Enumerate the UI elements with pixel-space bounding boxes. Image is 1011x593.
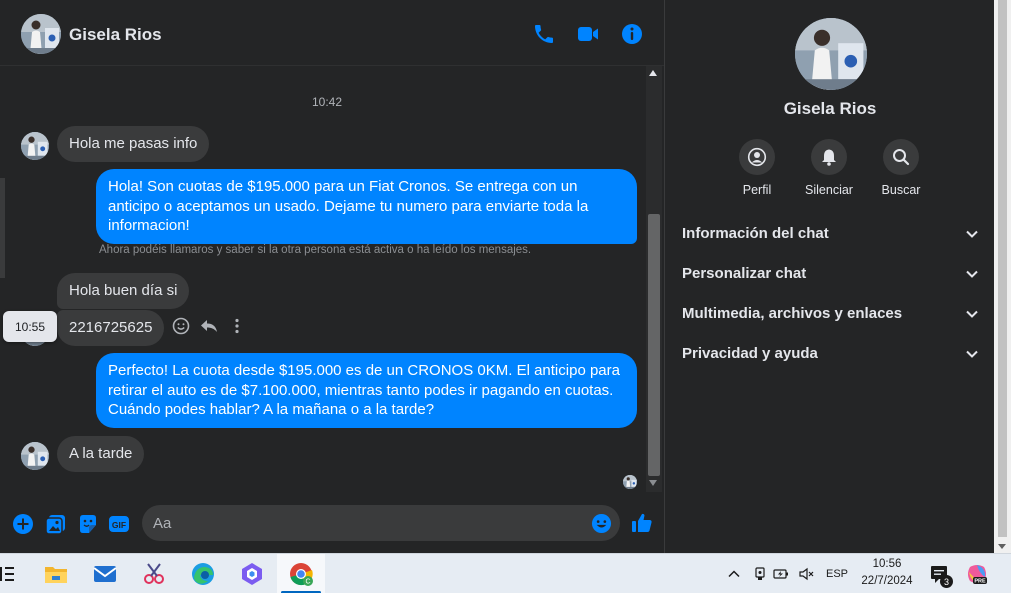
window-scroll-down-arrow[interactable] [998, 544, 1006, 549]
panel-avatar[interactable] [795, 18, 867, 90]
video-call-icon[interactable] [576, 22, 600, 46]
bell-icon [822, 149, 836, 166]
svg-text:C: C [305, 579, 310, 586]
svg-text:GIF: GIF [112, 520, 126, 530]
incoming-message[interactable]: Hola me pasas info [57, 126, 210, 162]
mail-icon[interactable] [92, 561, 118, 587]
clock-time[interactable]: 10:56 [864, 558, 910, 570]
message-composer: GIF [0, 497, 664, 553]
notification-badge: 3 [940, 575, 953, 588]
window-scrollbar[interactable] [994, 0, 1011, 553]
system-notice: Ahora podéis llamaros y saber si la otra… [99, 244, 532, 256]
mute-button[interactable]: Silenciar [793, 139, 865, 197]
section-chat-info[interactable]: Información del chat [682, 222, 980, 246]
scroll-thumb[interactable] [648, 214, 660, 476]
search-button[interactable]: Buscar [865, 139, 937, 197]
language-indicator[interactable]: ESP [826, 568, 848, 580]
plus-icon[interactable] [12, 513, 34, 535]
reply-icon[interactable] [199, 316, 219, 336]
message-input[interactable] [142, 505, 620, 541]
svg-text:PRE: PRE [974, 579, 986, 585]
photo-icon[interactable] [45, 513, 67, 535]
edge-browser-icon[interactable] [190, 561, 216, 587]
incoming-message[interactable]: Hola buen día si [57, 273, 190, 309]
chat-window: Gisela Rios 10:42 Hola me pasas info Hol… [0, 0, 664, 553]
network-icon[interactable] [752, 566, 768, 582]
gif-icon[interactable]: GIF [108, 513, 130, 535]
snipping-tool-icon[interactable] [141, 561, 167, 587]
chevron-down-icon [964, 346, 980, 362]
chrome-browser-icon[interactable]: C [288, 561, 314, 587]
profile-button[interactable]: Perfil [721, 139, 793, 197]
panel-contact-name: Gisela Rios [783, 99, 877, 118]
search-icon [893, 149, 910, 166]
section-customize-chat[interactable]: Personalizar chat [682, 262, 980, 286]
section-media-files-links[interactable]: Multimedia, archivos y enlaces [682, 302, 980, 326]
chat-scrollbar[interactable] [646, 66, 662, 492]
message-timestamp: 10:42 [312, 95, 343, 109]
contact-info-panel: Gisela Rios Perfil Silenciar Buscar Info… [664, 0, 994, 553]
incoming-message[interactable]: A la tarde [57, 436, 145, 472]
section-privacy-help[interactable]: Privacidad y ayuda [682, 342, 980, 366]
battery-icon[interactable] [773, 566, 789, 582]
profile-label: Perfil [742, 183, 772, 197]
task-view-icon[interactable] [0, 561, 20, 587]
chevron-down-icon [964, 226, 980, 242]
volume-muted-icon[interactable] [798, 566, 814, 582]
chevron-down-icon [964, 306, 980, 322]
info-icon[interactable] [620, 22, 644, 46]
left-edge-bar [0, 178, 5, 278]
copilot-pre-icon[interactable]: PRE [966, 563, 988, 585]
chevron-up-icon[interactable] [726, 566, 742, 582]
clock-date[interactable]: 22/7/2024 [856, 575, 918, 587]
sender-avatar[interactable] [21, 442, 49, 470]
copilot-icon[interactable] [239, 561, 265, 587]
like-icon[interactable] [630, 511, 654, 535]
scroll-up-arrow[interactable] [649, 70, 657, 76]
mute-label: Silenciar [805, 183, 853, 197]
search-label: Buscar [881, 183, 921, 197]
outgoing-message[interactable]: Perfecto! La cuota desde $195.000 es de … [96, 353, 637, 428]
phone-icon[interactable] [532, 22, 556, 46]
emoji-icon[interactable] [591, 513, 612, 534]
time-tooltip: 10:55 [3, 311, 57, 342]
file-explorer-icon[interactable] [43, 561, 69, 587]
sender-avatar[interactable] [21, 132, 49, 160]
chevron-down-icon [964, 266, 980, 282]
window-scroll-thumb[interactable] [998, 0, 1007, 537]
chat-header: Gisela Rios [0, 0, 664, 66]
seen-indicator-avatar [623, 475, 637, 489]
scroll-down-arrow[interactable] [649, 480, 657, 486]
profile-icon [747, 147, 767, 167]
outgoing-message[interactable]: Hola! Son cuotas de $195.000 para un Fia… [96, 169, 637, 244]
react-emoji-icon[interactable] [171, 316, 191, 336]
sticker-icon[interactable] [77, 513, 99, 535]
incoming-message[interactable]: 2216725625 [57, 310, 165, 346]
more-options-icon[interactable] [227, 316, 247, 336]
windows-taskbar: C ESP 10:56 22/7/2024 3 PRE [0, 553, 1011, 593]
contact-name[interactable]: Gisela Rios [69, 25, 162, 45]
contact-avatar[interactable] [21, 14, 61, 54]
